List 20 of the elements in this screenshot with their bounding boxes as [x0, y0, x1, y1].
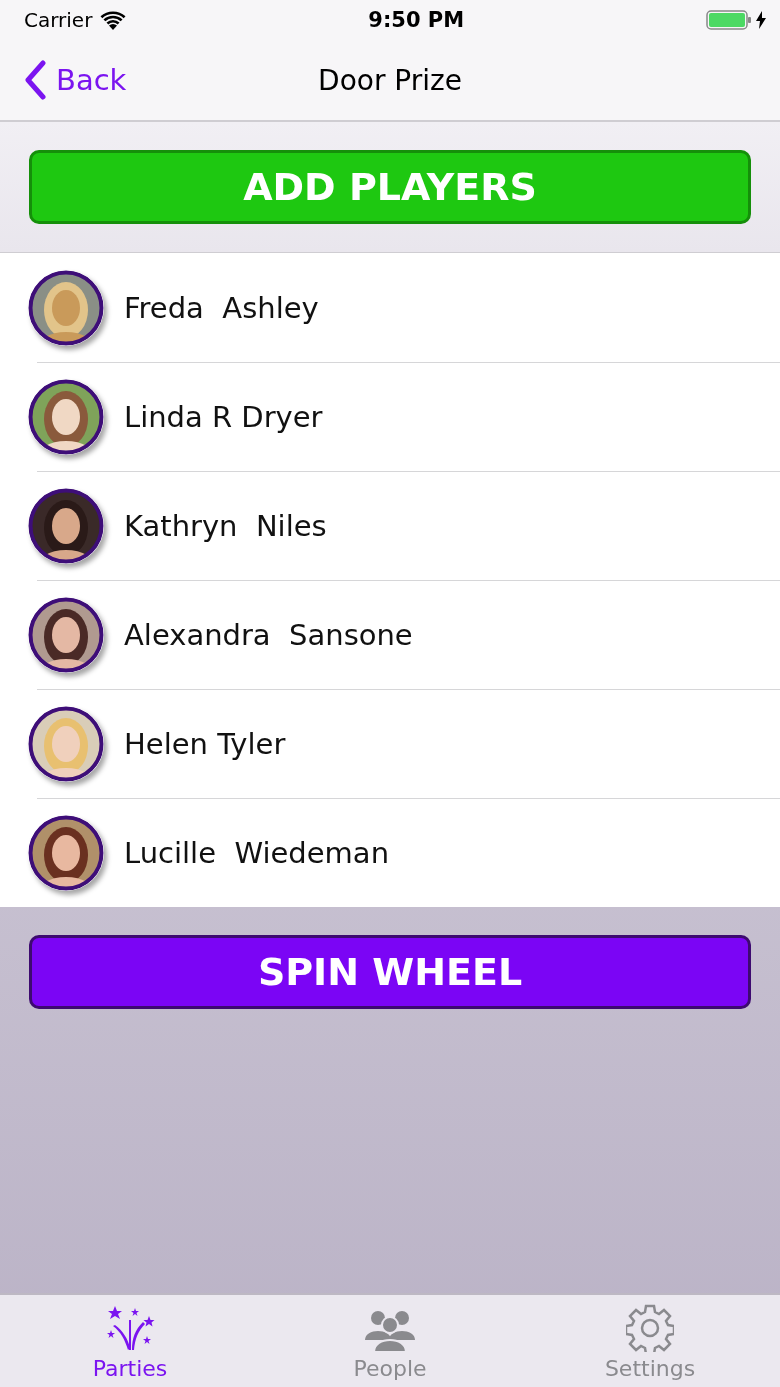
back-button[interactable]: Back	[24, 60, 127, 100]
player-name: Helen Tyler	[124, 726, 286, 761]
player-name: Alexandra Sansone	[124, 617, 413, 652]
screen-title: Door Prize	[318, 63, 462, 97]
player-name: Linda R Dryer	[124, 399, 323, 434]
tab-bar-item[interactable]: People	[260, 1295, 520, 1387]
people-icon	[365, 1308, 415, 1352]
spin-wheel-button[interactable]: SPIN WHEEL	[29, 935, 751, 1009]
player-name: Lucille Wiedeman	[124, 835, 389, 870]
chevron-icon	[24, 60, 46, 100]
tab-bar-item[interactable]: Parties	[0, 1295, 260, 1387]
clock: 9:50 PM	[368, 8, 465, 32]
player-name: Kathryn Niles	[124, 508, 327, 543]
carrier-label: Carrier	[24, 8, 93, 32]
settings-icon	[626, 1304, 674, 1352]
wifi-icon	[100, 10, 127, 30]
player-name: Freda Ashley	[124, 290, 319, 325]
battery-icon	[706, 10, 752, 30]
fireworks-icon	[105, 1304, 155, 1352]
tab-bar-item[interactable]: Settings	[520, 1295, 780, 1387]
